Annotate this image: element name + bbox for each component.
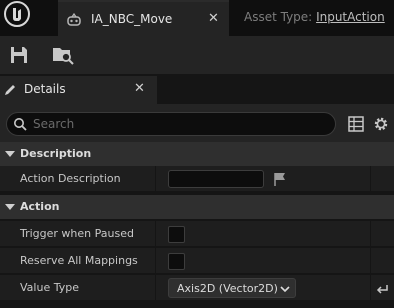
asset-type-label: Asset Type: xyxy=(244,10,313,24)
unreal-logo-icon[interactable] xyxy=(2,0,32,30)
details-tab-strip: Details ✕ xyxy=(0,74,394,104)
title-bar: IA_NBC_Move ✕ Asset Type: InputAction xyxy=(0,0,394,36)
search-row xyxy=(0,104,394,142)
section-action[interactable]: Action xyxy=(0,195,394,219)
column-divider xyxy=(370,166,371,192)
asset-type-info: Asset Type: InputAction xyxy=(244,10,385,24)
tab-title: IA_NBC_Move xyxy=(91,12,173,26)
property-row-reserve-all-mappings: Reserve All Mappings xyxy=(0,248,394,274)
section-title: Description xyxy=(20,147,92,160)
section-title: Action xyxy=(20,200,60,213)
grid-view-icon[interactable] xyxy=(348,116,364,132)
details-tab-label: Details xyxy=(24,82,66,96)
asset-tab[interactable]: IA_NBC_Move ✕ xyxy=(58,0,229,36)
chevron-down-icon xyxy=(5,151,15,157)
close-icon[interactable]: ✕ xyxy=(134,81,145,96)
column-divider xyxy=(155,221,156,247)
property-row-value-type: Value Type Axis2D (Vector2D) xyxy=(0,275,394,301)
value-type-selected: Axis2D (Vector2D) xyxy=(177,282,278,295)
property-label: Trigger when Paused xyxy=(20,227,134,240)
flag-icon[interactable] xyxy=(272,171,288,187)
reserve-all-mappings-checkbox[interactable] xyxy=(168,253,185,270)
trigger-when-paused-checkbox[interactable] xyxy=(168,226,185,243)
property-label: Action Description xyxy=(20,172,121,185)
property-label: Reserve All Mappings xyxy=(20,254,138,267)
tab-details[interactable]: Details ✕ xyxy=(0,76,157,104)
asset-type-link[interactable]: InputAction xyxy=(316,10,385,24)
pencil-icon xyxy=(5,85,15,95)
column-divider xyxy=(155,166,156,192)
chevron-down-icon xyxy=(5,204,15,210)
browse-icon[interactable] xyxy=(50,42,76,68)
save-icon[interactable] xyxy=(6,42,32,68)
column-divider xyxy=(370,275,371,301)
property-row-action-description: Action Description xyxy=(0,166,394,192)
column-divider xyxy=(155,248,156,274)
reset-arrow-icon[interactable] xyxy=(376,282,389,295)
value-type-dropdown[interactable]: Axis2D (Vector2D) xyxy=(168,278,296,298)
section-description[interactable]: Description xyxy=(0,142,394,166)
column-divider xyxy=(155,275,156,301)
column-divider xyxy=(370,248,371,274)
property-row-trigger-when-paused: Trigger when Paused xyxy=(0,221,394,247)
gear-icon[interactable] xyxy=(372,115,390,133)
close-icon[interactable]: ✕ xyxy=(208,11,219,26)
input-action-icon xyxy=(67,12,81,26)
chevron-down-icon xyxy=(280,286,290,293)
toolbar xyxy=(0,36,394,74)
search-box[interactable] xyxy=(6,112,336,136)
action-description-field[interactable] xyxy=(168,170,264,188)
search-icon xyxy=(14,118,27,131)
search-input[interactable] xyxy=(33,116,323,132)
property-label: Value Type xyxy=(20,281,79,294)
column-divider xyxy=(370,221,371,247)
